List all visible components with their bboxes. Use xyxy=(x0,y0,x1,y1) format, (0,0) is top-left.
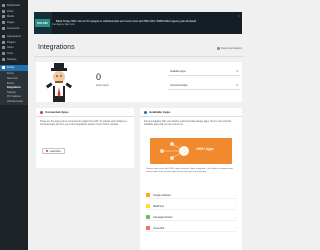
mascot-eye-left xyxy=(56,75,58,77)
chevron-right-icon: › xyxy=(235,226,236,230)
appearance-icon xyxy=(2,35,5,39)
close-icon[interactable]: × xyxy=(238,14,240,18)
header-action-label: Reports & Analytics xyxy=(221,47,242,50)
promo-banner: 50% OFF Black Friday Offer: Get 11 Pro p… xyxy=(34,12,242,34)
submenu-item-guide[interactable]: Ultimate Guide xyxy=(0,99,28,104)
apps-icon xyxy=(144,110,147,114)
sidebar-item-label: Users xyxy=(7,46,14,50)
promo-badge-area: 50% OFF xyxy=(34,12,52,34)
mascot-arm-left xyxy=(45,82,53,89)
connected-apps-stat: Connected Apps 0 xyxy=(168,84,240,90)
mascot-hat-top xyxy=(54,63,64,69)
app-row-mailchimp[interactable]: Mailchimp › xyxy=(146,203,236,210)
promo-badge: 50% OFF xyxy=(35,19,50,27)
connected-apps-value: 0 xyxy=(236,84,238,87)
admin-sidebar: Dashboard Posts Media Pages Comments App… xyxy=(0,0,28,250)
sidebar-item-label: Dashboard xyxy=(7,4,20,8)
sidebar-item-label: Comments xyxy=(7,26,20,30)
convertkit-logo-icon xyxy=(146,226,150,230)
mascot-mustache xyxy=(55,81,63,83)
header-action-link[interactable]: Reports & Analytics xyxy=(217,47,242,50)
sidebar-item-label: Pages xyxy=(7,21,15,25)
available-apps-stat: Available Apps 6 xyxy=(168,70,240,76)
chevron-right-icon: › xyxy=(235,215,236,219)
main-content: 50% OFF Black Friday Offer: Get 11 Pro p… xyxy=(28,0,250,250)
available-apps-label: Available Apps xyxy=(170,70,186,73)
mailchimp-logo-icon xyxy=(146,204,150,208)
app-name: Campaign Monitor xyxy=(153,215,173,219)
hero-illustration xyxy=(160,142,189,160)
available-apps-header: Available Apps xyxy=(140,108,242,117)
app-row-campaign-monitor[interactable]: Campaign Monitor › xyxy=(146,214,236,221)
stats-card: 0 Active Apps Available Apps 6 Connected… xyxy=(36,62,242,102)
plugins-icon xyxy=(2,40,5,44)
connected-apps-title: Connected Apps xyxy=(45,110,69,114)
zapier-blurb: Connect your forms with 1000+ apps using… xyxy=(146,168,233,173)
settings-icon xyxy=(2,57,5,61)
google-analytics-logo-icon xyxy=(146,193,150,197)
tools-icon xyxy=(2,52,5,56)
forms-icon xyxy=(2,66,5,70)
connected-apps-label: Connected Apps xyxy=(170,84,188,87)
campaign-monitor-logo-icon xyxy=(146,215,150,219)
users-icon xyxy=(2,46,5,50)
connected-apps-header: Connected Apps xyxy=(36,108,134,117)
load-more-button[interactable]: Load More xyxy=(42,148,65,154)
active-apps-label: Active Apps xyxy=(96,84,109,87)
connected-apps-panel: Connected Apps These are the apps you've… xyxy=(36,108,134,168)
sidebar-item-label: Tools xyxy=(7,52,14,56)
refresh-icon xyxy=(46,150,48,152)
info-icon xyxy=(217,47,220,50)
load-more-label: Load More xyxy=(49,149,61,153)
posts-icon xyxy=(2,9,5,13)
page-title: Integrations xyxy=(38,44,75,51)
available-apps-value: 6 xyxy=(236,70,238,73)
available-apps-description: Forms integrates with your favorite emai… xyxy=(144,121,232,127)
available-apps-panel: Available Apps Forms integrates with you… xyxy=(140,108,242,250)
app-row-convertkit[interactable]: ConvertKit › xyxy=(146,225,236,232)
sidebar-submenu: Forms New Form Entries Integrations Sett… xyxy=(0,70,28,105)
mascot-eye-right xyxy=(60,75,62,77)
mascot-illustration xyxy=(45,63,73,102)
header-divider xyxy=(34,56,244,57)
active-apps-count: 0 xyxy=(96,72,102,82)
mascot-arm-right xyxy=(65,82,73,89)
sidebar-item-label: Settings xyxy=(7,57,17,61)
sidebar-item-label: Media xyxy=(7,15,15,19)
sidebar-item-label: Plugins xyxy=(7,40,16,44)
promo-copy: Black Friday Offer: Get 11 Pro plugins i… xyxy=(52,20,196,27)
plug-icon xyxy=(40,110,43,114)
chevron-right-icon: › xyxy=(235,193,236,197)
chevron-right-icon: › xyxy=(235,204,236,208)
app-row-google-analytics[interactable]: Google Analytics › xyxy=(146,192,236,199)
sidebar-item-label: Appearance xyxy=(7,35,21,39)
pages-icon xyxy=(2,21,5,25)
zapier-hero-banner[interactable]: 1000+ Apps xyxy=(150,138,232,164)
hero-apps-label: 1000+ Apps xyxy=(196,147,214,151)
dashboard-icon xyxy=(2,4,5,8)
connected-apps-description: These are the apps you've connected to u… xyxy=(40,121,127,127)
app-name: Mailchimp xyxy=(153,204,164,208)
sidebar-item-label: Forms xyxy=(7,66,15,70)
app-name: ConvertKit xyxy=(153,226,165,230)
promo-link[interactable]: Get Agency plan now xyxy=(52,23,196,26)
comments-icon xyxy=(2,26,5,30)
sidebar-item-label: Posts xyxy=(7,9,14,13)
app-name: Google Analytics xyxy=(153,193,171,197)
media-icon xyxy=(2,15,5,19)
available-apps-title: Available Apps xyxy=(149,110,171,114)
